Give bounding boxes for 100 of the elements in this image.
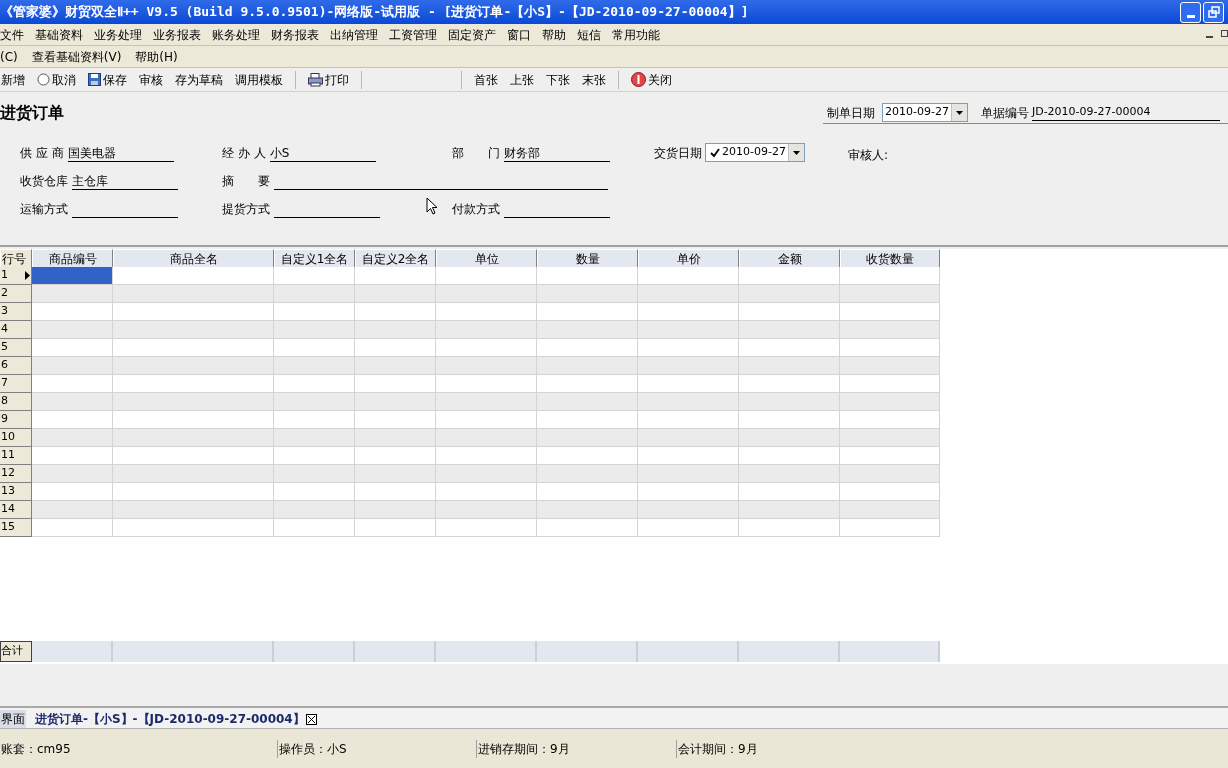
table-row[interactable]: 12 (0, 465, 940, 483)
toolbar-button[interactable]: 关闭 (631, 70, 672, 89)
row-number: 11 (0, 447, 32, 465)
table-row[interactable]: 1 (0, 267, 940, 285)
minimize-button[interactable] (1180, 1, 1201, 23)
row-number: 2 (0, 285, 32, 303)
table-row[interactable]: 6 (0, 357, 940, 375)
restore-button[interactable] (1203, 1, 1224, 23)
field-label: 制单日期 (827, 104, 875, 122)
input-field[interactable]: 主仓库 (72, 174, 178, 190)
table-row[interactable]: 11 (0, 447, 940, 465)
menu-item[interactable]: 工资管理 (389, 25, 437, 44)
table-row[interactable]: 3 (0, 303, 940, 321)
field-label: 运输方式 (20, 201, 68, 218)
table-row[interactable]: 7 (0, 375, 940, 393)
menu-item[interactable]: 常用功能 (612, 25, 660, 44)
row-number: 13 (0, 483, 32, 501)
toolbar-button[interactable]: 末张 (582, 70, 606, 89)
printer-icon (308, 72, 323, 87)
toolbar-button[interactable]: 存为草稿 (175, 70, 223, 89)
column-header: 收货数量 (840, 249, 940, 269)
menu-item[interactable]: 文件 (0, 25, 24, 44)
menu-item[interactable]: 出纳管理 (330, 25, 378, 44)
toolbar-button[interactable]: 上张 (510, 70, 534, 89)
input-field[interactable]: JD-2010-09-27-00004 (1031, 103, 1220, 122)
stop-icon (631, 72, 646, 87)
menu-item[interactable]: 查看基础资料(V) (31, 47, 122, 66)
table-row[interactable]: 4 (0, 321, 940, 339)
table-row[interactable]: 5 (0, 339, 940, 357)
table-row[interactable]: 2 (0, 285, 940, 303)
status-text: 账套：cm95 (0, 740, 72, 758)
menu-item[interactable]: (C) (0, 47, 18, 66)
column-header: 商品编号 (32, 249, 113, 269)
field-label: 提货方式 (222, 201, 270, 218)
column-header: 行号 (0, 249, 32, 269)
menu-item[interactable]: 业务报表 (153, 25, 201, 44)
field-label: 交货日期 (654, 144, 702, 162)
window-title: 《管家婆》财贸双全Ⅱ++ V9.5 (Build 9.5.0.9501)-网络版-试用版 - [进货订单-【小S】-【JD-2010-09-27-00004】] (0, 3, 749, 22)
menu-item[interactable]: 帮助(H) (135, 47, 178, 66)
row-number: 9 (0, 411, 32, 429)
menu-item[interactable]: 基础资料 (35, 25, 83, 44)
column-header: 自定义1全名 (274, 249, 355, 269)
field-label: 单据编号 (980, 104, 1029, 122)
table-row[interactable]: 13 (0, 483, 940, 501)
toolbar-button[interactable]: 取消 (37, 70, 76, 89)
date-picker[interactable]: 2010-09-27 (705, 143, 805, 162)
input-field[interactable]: 财务部 (504, 146, 610, 162)
table-row[interactable]: 9 (0, 411, 940, 429)
input-field[interactable]: 小S (269, 146, 376, 162)
row-number: 4 (0, 321, 32, 339)
status-text: 操作员：小S (277, 739, 476, 758)
window-tab[interactable]: 界面 (0, 710, 26, 728)
row-number: 15 (0, 519, 32, 537)
column-header: 单价 (638, 249, 739, 269)
row-number: 8 (0, 393, 32, 411)
toolbar-button[interactable]: 调用模板 (235, 70, 283, 89)
field-label: 审核人: (848, 147, 889, 164)
column-header: 单位 (436, 249, 537, 269)
field-label: 付款方式 (452, 201, 500, 218)
menu-item[interactable]: 短信 (577, 25, 601, 44)
table-row[interactable]: 14 (0, 501, 940, 519)
field-label: 经 办 人 (222, 145, 266, 162)
toolbar-button[interactable]: 新增 (1, 70, 25, 89)
form-title: 进货订单 (0, 102, 64, 124)
column-header: 自定义2全名 (355, 249, 436, 269)
status-text: 进销存期间：9月 (476, 739, 676, 758)
toolbar-button[interactable]: 保存 (88, 70, 127, 89)
toolbar-button[interactable]: 下张 (546, 70, 570, 89)
row-number: 12 (0, 465, 32, 483)
toolbar-button[interactable]: 审核 (139, 70, 163, 89)
status-text: 会计期间：9月 (676, 739, 1228, 758)
column-header: 数量 (537, 249, 638, 269)
table-row[interactable]: 15 (0, 519, 940, 537)
menu-item[interactable]: 帮助 (542, 25, 566, 44)
restore-icon (1207, 6, 1220, 18)
cursor-icon (426, 197, 438, 215)
date-picker[interactable]: 2010-09-27 (882, 103, 968, 122)
field-label: 供 应 商 (20, 145, 64, 162)
total-label: 合计 (0, 641, 32, 662)
minimize-icon (1206, 36, 1213, 38)
field-label: 收货仓库 (20, 173, 68, 190)
checkbox[interactable] (709, 147, 720, 158)
column-header: 商品全名 (113, 249, 274, 269)
table-row[interactable]: 8 (0, 393, 940, 411)
row-number: 5 (0, 339, 32, 357)
menu-item[interactable]: 窗口 (507, 25, 531, 44)
menu-item[interactable]: 固定资产 (448, 25, 496, 44)
toolbar-button[interactable]: 首张 (474, 70, 498, 89)
row-number: 6 (0, 357, 32, 375)
field-label: 部 门 (452, 145, 500, 162)
table-row[interactable]: 10 (0, 429, 940, 447)
input-field[interactable]: 国美电器 (67, 146, 174, 162)
menu-item[interactable]: 账务处理 (212, 25, 260, 44)
row-number: 3 (0, 303, 32, 321)
toolbar-button[interactable]: 打印 (308, 70, 349, 89)
circle-icon (37, 73, 50, 86)
row-number: 7 (0, 375, 32, 393)
menu-item[interactable]: 财务报表 (271, 25, 319, 44)
restore-icon (1221, 30, 1228, 37)
menu-item[interactable]: 业务处理 (94, 25, 142, 44)
